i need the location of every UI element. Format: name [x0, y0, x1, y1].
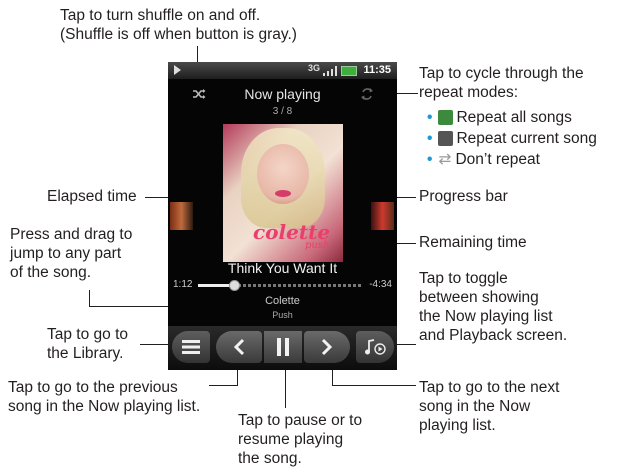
- song-title: Think You Want It: [227, 260, 338, 276]
- repeat-all-icon: [438, 110, 454, 125]
- elapsed-time: 1:12: [173, 279, 193, 290]
- phone-screen: 3G 11:35 Now playing 3 / 8 colette push …: [168, 62, 397, 370]
- battery-icon: [341, 66, 357, 76]
- next-leader-h: [332, 385, 416, 386]
- now-playing-toggle-button[interactable]: [356, 331, 394, 363]
- toggle-leader: [396, 344, 416, 345]
- progress-callout: Progress bar: [419, 188, 508, 205]
- repeat-mode-all: • Repeat all songs: [427, 109, 572, 126]
- next-callout: Tap to go to the next song in the Now pl…: [419, 379, 560, 434]
- next-album-thumbnail[interactable]: [371, 202, 394, 230]
- track-counter: 3 / 8: [272, 106, 293, 117]
- now-playing-list-icon: [365, 339, 386, 355]
- drag-callout: Press and drag to jump to any part of th…: [10, 226, 133, 281]
- previous-album-thumbnail[interactable]: [170, 202, 193, 230]
- repeat-modes-list: • Repeat all songs • Repeat current song…: [427, 107, 597, 170]
- library-button[interactable]: [172, 331, 210, 363]
- remaining-callout: Remaining time: [419, 234, 527, 251]
- play-status-icon: [174, 65, 181, 75]
- repeat-mode-off: • ⇄ Don’t repeat: [427, 151, 540, 168]
- library-menu-icon: [182, 340, 200, 354]
- drag-leader-v: [89, 290, 90, 306]
- previous-callout: Tap to go to the previous song in the No…: [8, 379, 201, 415]
- album-name: Push: [272, 310, 293, 320]
- repeat-icon[interactable]: [360, 87, 374, 101]
- network-type: 3G: [308, 63, 321, 73]
- shuffle-callout: Tap to turn shuffle on and off. (Shuffle…: [60, 7, 297, 43]
- artist-name: Colette: [265, 295, 300, 307]
- elapsed-callout: Elapsed time: [47, 188, 137, 205]
- library-callout: Tap to go to the Library.: [47, 326, 129, 362]
- toggle-callout: Tap to toggle between showing the Now pl…: [419, 270, 568, 344]
- pause-callout: Tap to pause or to resume playing the so…: [238, 412, 363, 467]
- repeat-callout: Tap to cycle through the repeat modes:: [419, 65, 584, 101]
- no-repeat-icon: ⇄: [438, 151, 452, 168]
- previous-icon: [233, 338, 245, 356]
- progress-fill: [198, 284, 233, 287]
- repeat-one-icon: [438, 131, 454, 146]
- playback-controls: [168, 326, 397, 370]
- progress-bar[interactable]: [198, 280, 363, 291]
- signal-icon: [323, 66, 337, 76]
- progress-handle[interactable]: [228, 280, 240, 291]
- album-art: colette push: [223, 124, 343, 262]
- status-bar: 3G 11:35: [168, 62, 397, 79]
- pause-icon: [277, 338, 289, 356]
- next-button[interactable]: [304, 331, 350, 363]
- previous-leader-h: [209, 385, 238, 386]
- remaining-time: -4:34: [369, 279, 392, 290]
- previous-button[interactable]: [216, 331, 262, 363]
- repeat-mode-one: • Repeat current song: [427, 130, 597, 147]
- clock: 11:35: [363, 64, 391, 76]
- next-icon: [321, 338, 333, 356]
- album-art-sub: push: [305, 240, 330, 251]
- pause-button[interactable]: [264, 331, 302, 363]
